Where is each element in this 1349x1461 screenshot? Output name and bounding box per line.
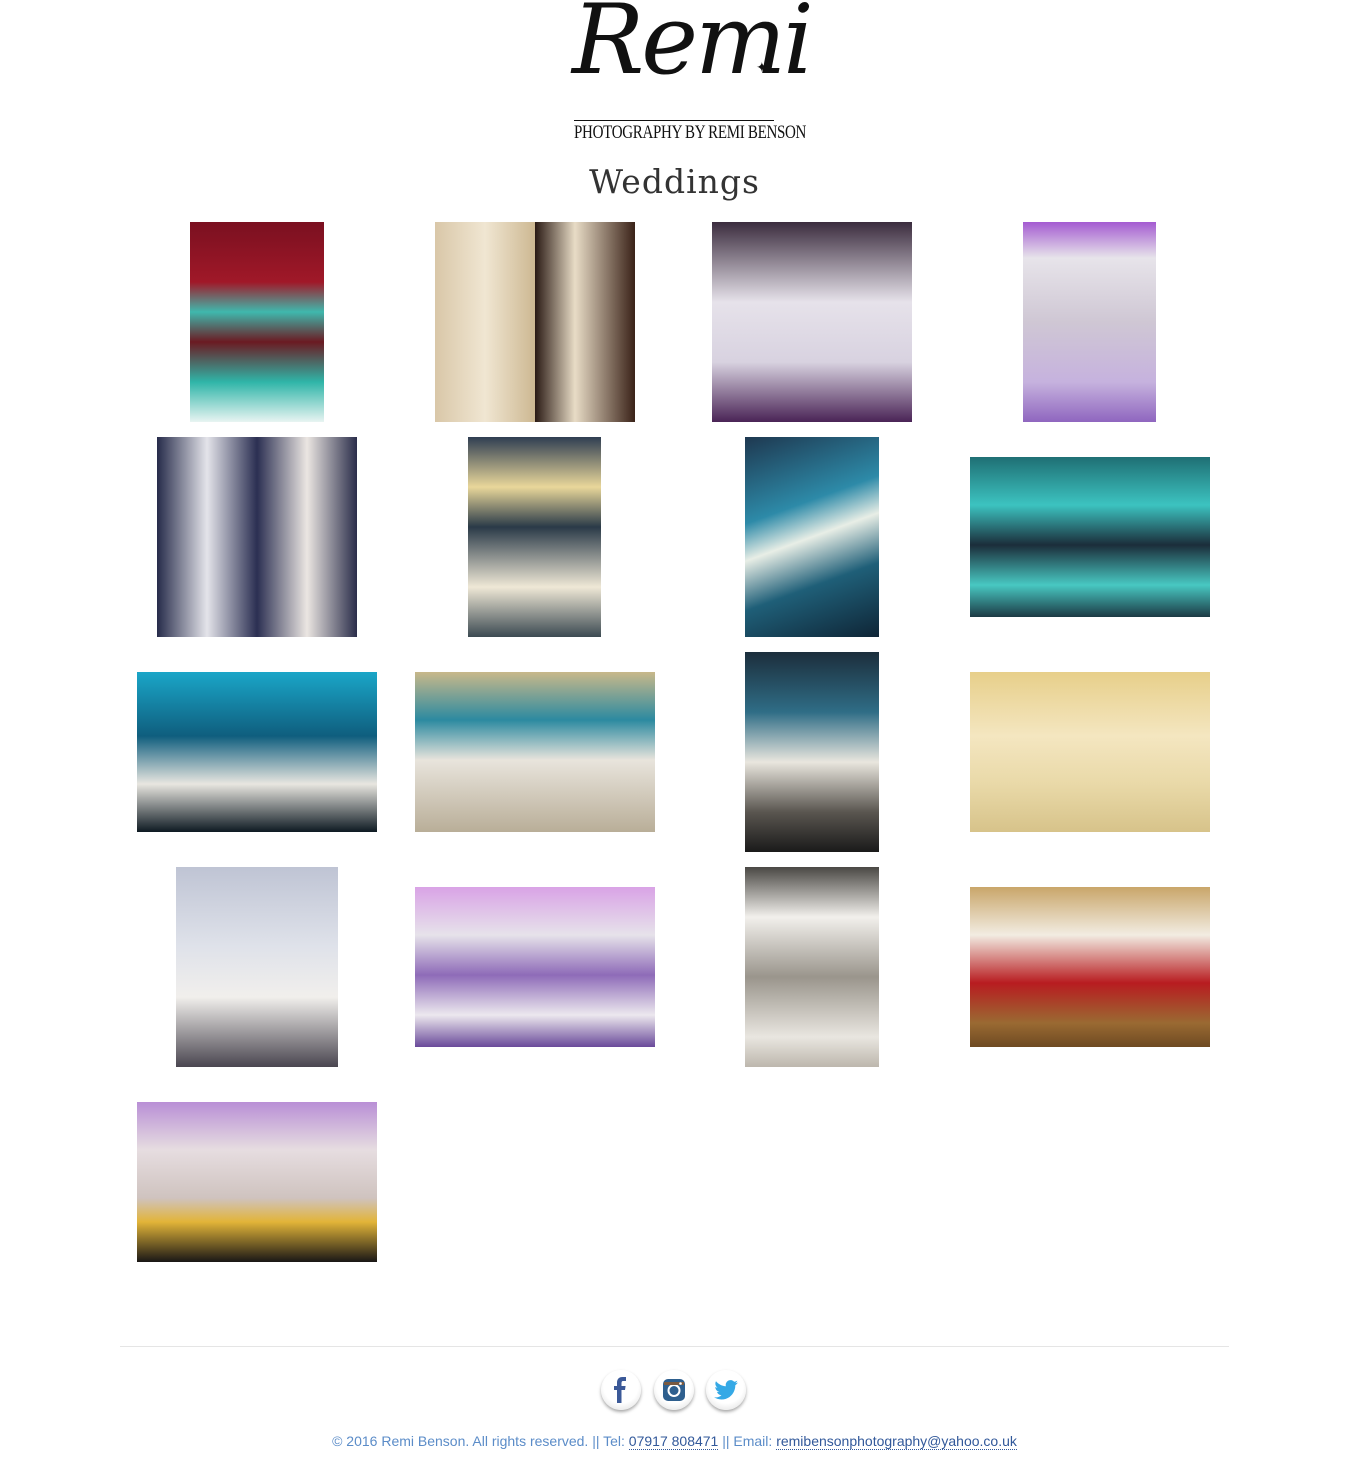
gallery-thumb-5[interactable] — [157, 437, 357, 637]
gallery-thumb-8[interactable] — [970, 457, 1210, 617]
twitter-icon[interactable] — [706, 1370, 746, 1410]
facebook-icon[interactable] — [601, 1370, 641, 1410]
gallery-thumb-2[interactable] — [435, 222, 635, 422]
footer-text: © 2016 Remi Benson. All rights reserved.… — [0, 1433, 1349, 1450]
gallery-thumb-16[interactable] — [970, 887, 1210, 1047]
gallery-thumb-1[interactable] — [190, 222, 324, 422]
logo-rule — [574, 120, 774, 121]
gallery-thumb-12[interactable] — [970, 672, 1210, 832]
footer-divider — [120, 1346, 1229, 1347]
logo-subtitle: PHOTOGRAPHY BY REMI BENSON — [574, 123, 807, 143]
gallery-thumb-10[interactable] — [415, 672, 655, 832]
gallery-thumb-13[interactable] — [176, 867, 338, 1067]
gallery-thumb-4[interactable] — [1023, 222, 1156, 422]
site-logo[interactable]: Remi ✦ PHOTOGRAPHY BY REMI BENSON — [570, 0, 814, 146]
gallery-thumb-6[interactable] — [468, 437, 601, 637]
instagram-icon[interactable] — [654, 1370, 694, 1410]
gallery-thumb-15[interactable] — [745, 867, 879, 1067]
footer-email-link[interactable]: remibensonphotography@yahoo.co.uk — [776, 1433, 1017, 1450]
gallery-thumb-17[interactable] — [137, 1102, 377, 1262]
gallery-thumb-11[interactable] — [745, 652, 879, 852]
gallery-thumb-9[interactable] — [137, 672, 377, 832]
footer-phone-link[interactable]: 07917 808471 — [628, 1433, 719, 1450]
gallery-thumb-14[interactable] — [415, 887, 655, 1047]
footer-separator: || Email: — [718, 1433, 777, 1449]
logo-script: Remi — [572, 0, 814, 96]
logo-star-icon: ✦ — [756, 60, 768, 76]
gallery-thumb-3[interactable] — [712, 222, 912, 422]
footer-copyright: © 2016 Remi Benson. All rights reserved.… — [332, 1433, 629, 1449]
page-title: Weddings — [589, 162, 760, 201]
gallery-thumb-7[interactable] — [745, 437, 879, 637]
